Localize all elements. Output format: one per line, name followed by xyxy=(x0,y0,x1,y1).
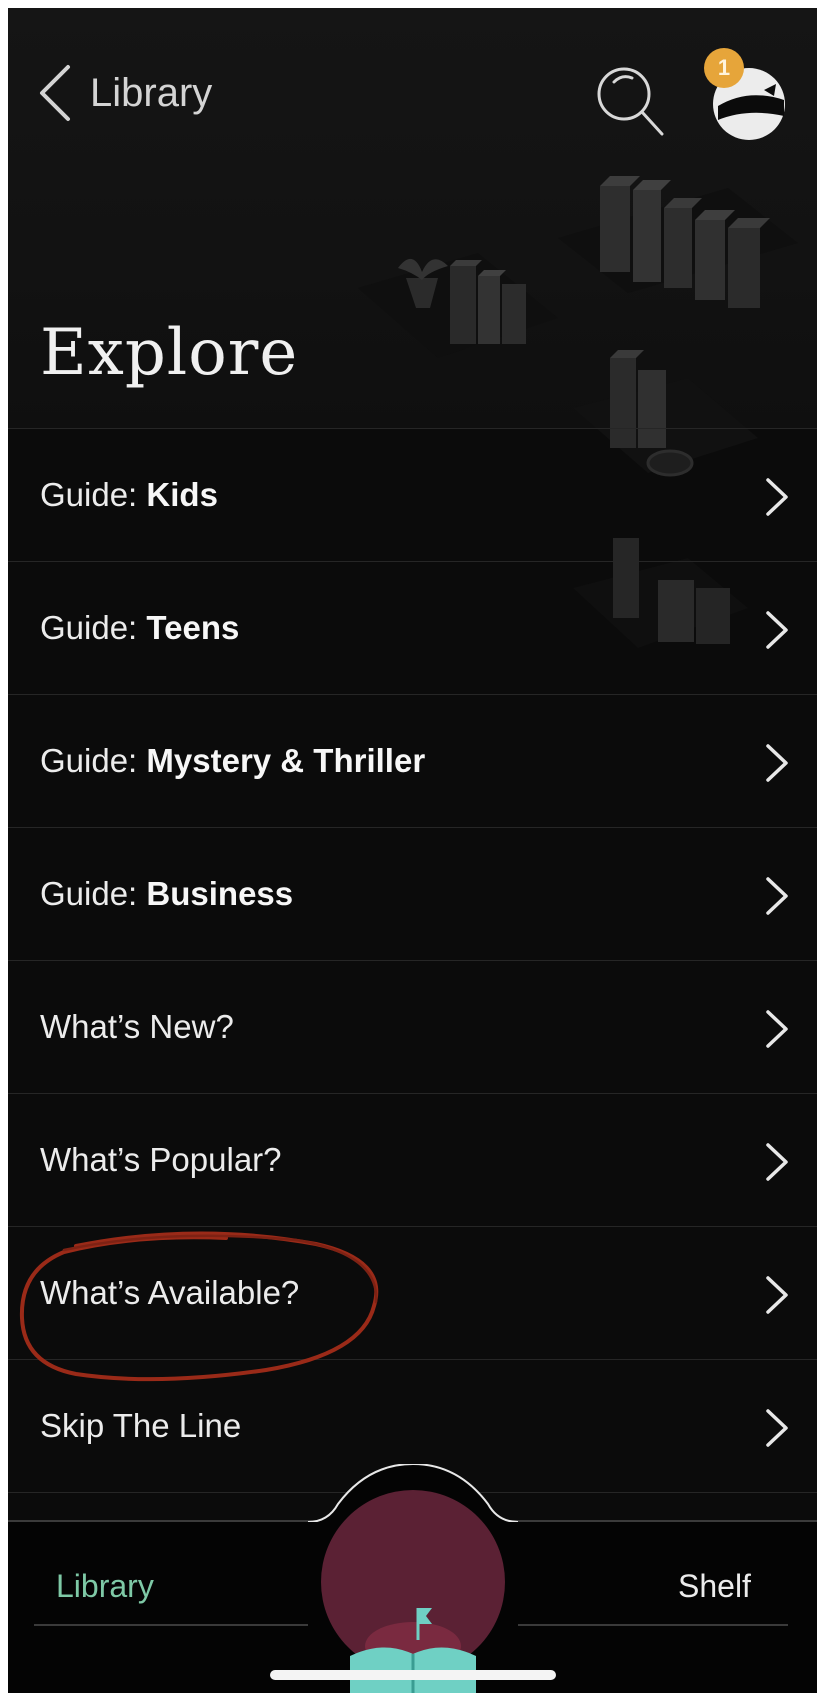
menu-item-label: What’s Popular? xyxy=(40,1141,282,1178)
tab-library[interactable]: Library xyxy=(56,1568,154,1605)
menu-item-guide-mystery-thriller[interactable]: Guide: Mystery & Thriller xyxy=(8,694,817,827)
chevron-right-icon xyxy=(766,744,788,782)
menu-item-label: Guide: Kids xyxy=(40,476,218,513)
tab-shelf-underline xyxy=(518,1624,788,1626)
menu-item-guide-business[interactable]: Guide: Business xyxy=(8,827,817,960)
center-action-button[interactable] xyxy=(308,1464,518,1693)
menu-item-label: Guide: Teens xyxy=(40,609,240,646)
chevron-left-icon xyxy=(40,65,70,121)
app-screen: Library 1 Explore Guide: Kids Guide: Tee… xyxy=(8,8,817,1693)
explore-menu: Guide: Kids Guide: Teens Guide: Mystery … xyxy=(8,428,817,1493)
menu-item-label: Skip The Line xyxy=(40,1407,242,1444)
back-button[interactable]: Library xyxy=(38,58,212,128)
home-indicator xyxy=(270,1670,556,1680)
chevron-right-icon xyxy=(766,1010,788,1048)
menu-item-whats-new[interactable]: What’s New? xyxy=(8,960,817,1093)
chevron-right-icon xyxy=(766,1409,788,1447)
chevron-right-icon xyxy=(766,478,788,516)
page-title: Explore xyxy=(40,316,299,390)
chevron-right-icon xyxy=(766,1143,788,1181)
menu-item-guide-teens[interactable]: Guide: Teens xyxy=(8,561,817,694)
chevron-right-icon xyxy=(766,1276,788,1314)
header: Library 1 Explore xyxy=(8,8,817,648)
menu-item-whats-available[interactable]: What’s Available? xyxy=(8,1226,817,1359)
menu-item-guide-kids[interactable]: Guide: Kids xyxy=(8,428,817,561)
back-label: Library xyxy=(90,70,213,115)
menu-item-label: Guide: Business xyxy=(40,875,294,912)
menu-item-whats-popular[interactable]: What’s Popular? xyxy=(8,1093,817,1226)
notification-badge: 1 xyxy=(704,48,744,88)
menu-item-label: Guide: Mystery & Thriller xyxy=(40,742,426,779)
menu-item-label: What’s New? xyxy=(40,1008,234,1045)
search-icon[interactable] xyxy=(592,62,670,140)
menu-item-label: What’s Available? xyxy=(40,1274,300,1311)
chevron-right-icon xyxy=(766,877,788,915)
chevron-right-icon xyxy=(766,611,788,649)
tab-shelf[interactable]: Shelf xyxy=(678,1568,751,1605)
tab-library-underline xyxy=(34,1624,314,1626)
